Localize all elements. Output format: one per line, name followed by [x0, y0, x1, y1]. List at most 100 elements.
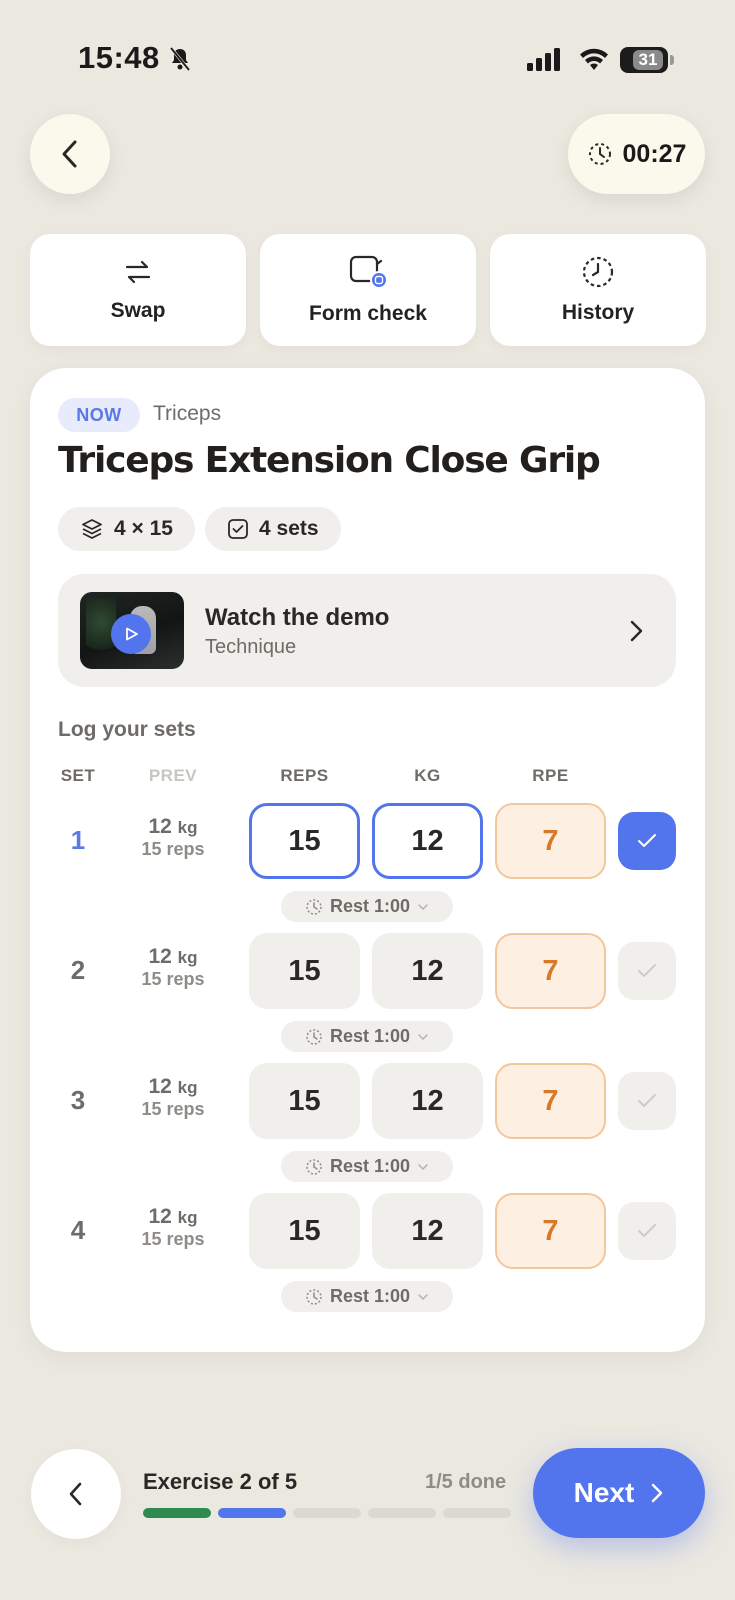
- silent-bell-icon: [169, 47, 191, 71]
- rest-timer-pill[interactable]: Rest 1:00: [281, 1151, 453, 1182]
- checkbox-icon: [228, 519, 248, 539]
- col-header-reps: REPS: [280, 766, 329, 785]
- rpe-input[interactable]: 7: [495, 1063, 606, 1139]
- rest-label: Rest 1:00: [329, 1286, 411, 1306]
- status-time: 15:48: [78, 40, 160, 75]
- history-clock-icon: [582, 256, 614, 288]
- prev-kg: 12: [148, 815, 172, 838]
- chevron-left-icon: [69, 1482, 82, 1506]
- set-count-label: 4 sets: [259, 517, 319, 540]
- prev-value: 12 kg 15 reps: [118, 1205, 228, 1250]
- chevron-down-icon: [418, 903, 428, 910]
- signal-icon: [527, 48, 560, 71]
- swap-button[interactable]: Swap: [30, 234, 246, 346]
- timer-icon: [306, 1158, 322, 1175]
- play-icon: [111, 614, 151, 654]
- col-header-rpe: RPE: [532, 766, 569, 785]
- col-header-prev: PREV: [148, 766, 198, 785]
- prev-value: 12 kg 15 reps: [118, 945, 228, 990]
- prev-unit: kg: [177, 948, 198, 967]
- chevron-down-icon: [418, 1033, 428, 1040]
- kg-input[interactable]: 12: [372, 1193, 483, 1269]
- form-check-label: Form check: [309, 302, 427, 325]
- set-number: 1: [70, 825, 86, 855]
- progress-segment-pending: [368, 1508, 436, 1518]
- layers-icon: [82, 519, 102, 539]
- log-title: Log your sets: [58, 718, 196, 741]
- complete-set-checkbox[interactable]: [618, 1072, 676, 1130]
- kg-input[interactable]: 12: [372, 803, 483, 879]
- col-header-set: SET: [60, 766, 96, 785]
- reps-input[interactable]: 15: [249, 803, 360, 879]
- complete-set-checkbox[interactable]: [618, 1202, 676, 1260]
- muscle-group: Triceps: [153, 402, 222, 425]
- rest-timer-pill[interactable]: Rest 1:00: [281, 891, 453, 922]
- set-number: 4: [70, 1215, 86, 1245]
- timer-value: 00:27: [622, 139, 687, 168]
- prev-kg: 12: [148, 1205, 172, 1228]
- set-number: 2: [70, 955, 86, 985]
- prev-value: 12 kg 15 reps: [118, 815, 228, 860]
- rest-timer-pill[interactable]: Rest 1:00: [281, 1021, 453, 1052]
- sets-reps-chip: 4 × 15: [58, 507, 195, 551]
- kg-input[interactable]: 12: [372, 933, 483, 1009]
- chevron-right-icon: [652, 1483, 663, 1503]
- chevron-right-icon: [630, 620, 643, 642]
- battery-indicator: 31: [620, 47, 674, 73]
- complete-set-checkbox[interactable]: [618, 812, 676, 870]
- rpe-input[interactable]: 7: [495, 1193, 606, 1269]
- demo-subtitle: Technique: [205, 636, 297, 658]
- progress-segment-pending: [443, 1508, 511, 1518]
- checkmark-icon: [638, 834, 656, 847]
- exercise-title: Triceps Extension Close Grip: [58, 440, 601, 481]
- prev-kg: 12: [148, 945, 172, 968]
- rpe-input[interactable]: 7: [495, 803, 606, 879]
- timer-icon: [306, 1028, 322, 1045]
- next-label: Next: [573, 1477, 635, 1508]
- chevron-down-icon: [418, 1293, 428, 1300]
- exercise-progress-label: Exercise 2 of 5: [143, 1469, 298, 1494]
- now-badge: NOW: [58, 398, 140, 432]
- prev-reps: 15 reps: [141, 1099, 205, 1119]
- next-button[interactable]: Next: [533, 1448, 705, 1538]
- reps-input[interactable]: 15: [249, 933, 360, 1009]
- col-header-kg: KG: [414, 766, 441, 785]
- previous-exercise-button[interactable]: [31, 1449, 121, 1539]
- reps-input[interactable]: 15: [249, 1193, 360, 1269]
- set-number: 3: [70, 1085, 86, 1115]
- prev-kg: 12: [148, 1075, 172, 1098]
- battery-level: 31: [632, 50, 664, 70]
- done-count: 1/5 done: [425, 1471, 507, 1493]
- camera-icon: [349, 255, 387, 289]
- swap-arrows-icon: [125, 260, 151, 284]
- prev-unit: kg: [177, 818, 198, 837]
- prev-reps: 15 reps: [141, 839, 205, 859]
- timer-icon: [306, 1288, 322, 1305]
- reps-input[interactable]: 15: [249, 1063, 360, 1139]
- prev-unit: kg: [177, 1078, 198, 1097]
- rest-timer-pill[interactable]: Rest 1:00: [281, 1281, 453, 1312]
- progress-segment-complete: [143, 1508, 211, 1518]
- complete-set-checkbox[interactable]: [618, 942, 676, 1000]
- set-count-chip: 4 sets: [205, 507, 341, 551]
- rest-label: Rest 1:00: [329, 896, 411, 916]
- rest-label: Rest 1:00: [329, 1026, 411, 1046]
- sets-reps-label: 4 × 15: [114, 517, 173, 540]
- workout-timer[interactable]: 00:27: [568, 114, 705, 194]
- timer-icon: [306, 898, 322, 915]
- checkmark-icon: [638, 1094, 656, 1107]
- prev-reps: 15 reps: [141, 1229, 205, 1249]
- progress-segment-current: [218, 1508, 286, 1518]
- timer-icon: [588, 143, 611, 165]
- prev-reps: 15 reps: [141, 969, 205, 989]
- form-check-button[interactable]: Form check: [260, 234, 476, 346]
- prev-value: 12 kg 15 reps: [118, 1075, 228, 1120]
- rest-label: Rest 1:00: [329, 1156, 411, 1176]
- history-button[interactable]: History: [490, 234, 706, 346]
- wifi-icon: [580, 48, 608, 70]
- demo-thumbnail[interactable]: [80, 592, 184, 669]
- chevron-down-icon: [418, 1163, 428, 1170]
- back-button[interactable]: [30, 114, 110, 194]
- rpe-input[interactable]: 7: [495, 933, 606, 1009]
- kg-input[interactable]: 12: [372, 1063, 483, 1139]
